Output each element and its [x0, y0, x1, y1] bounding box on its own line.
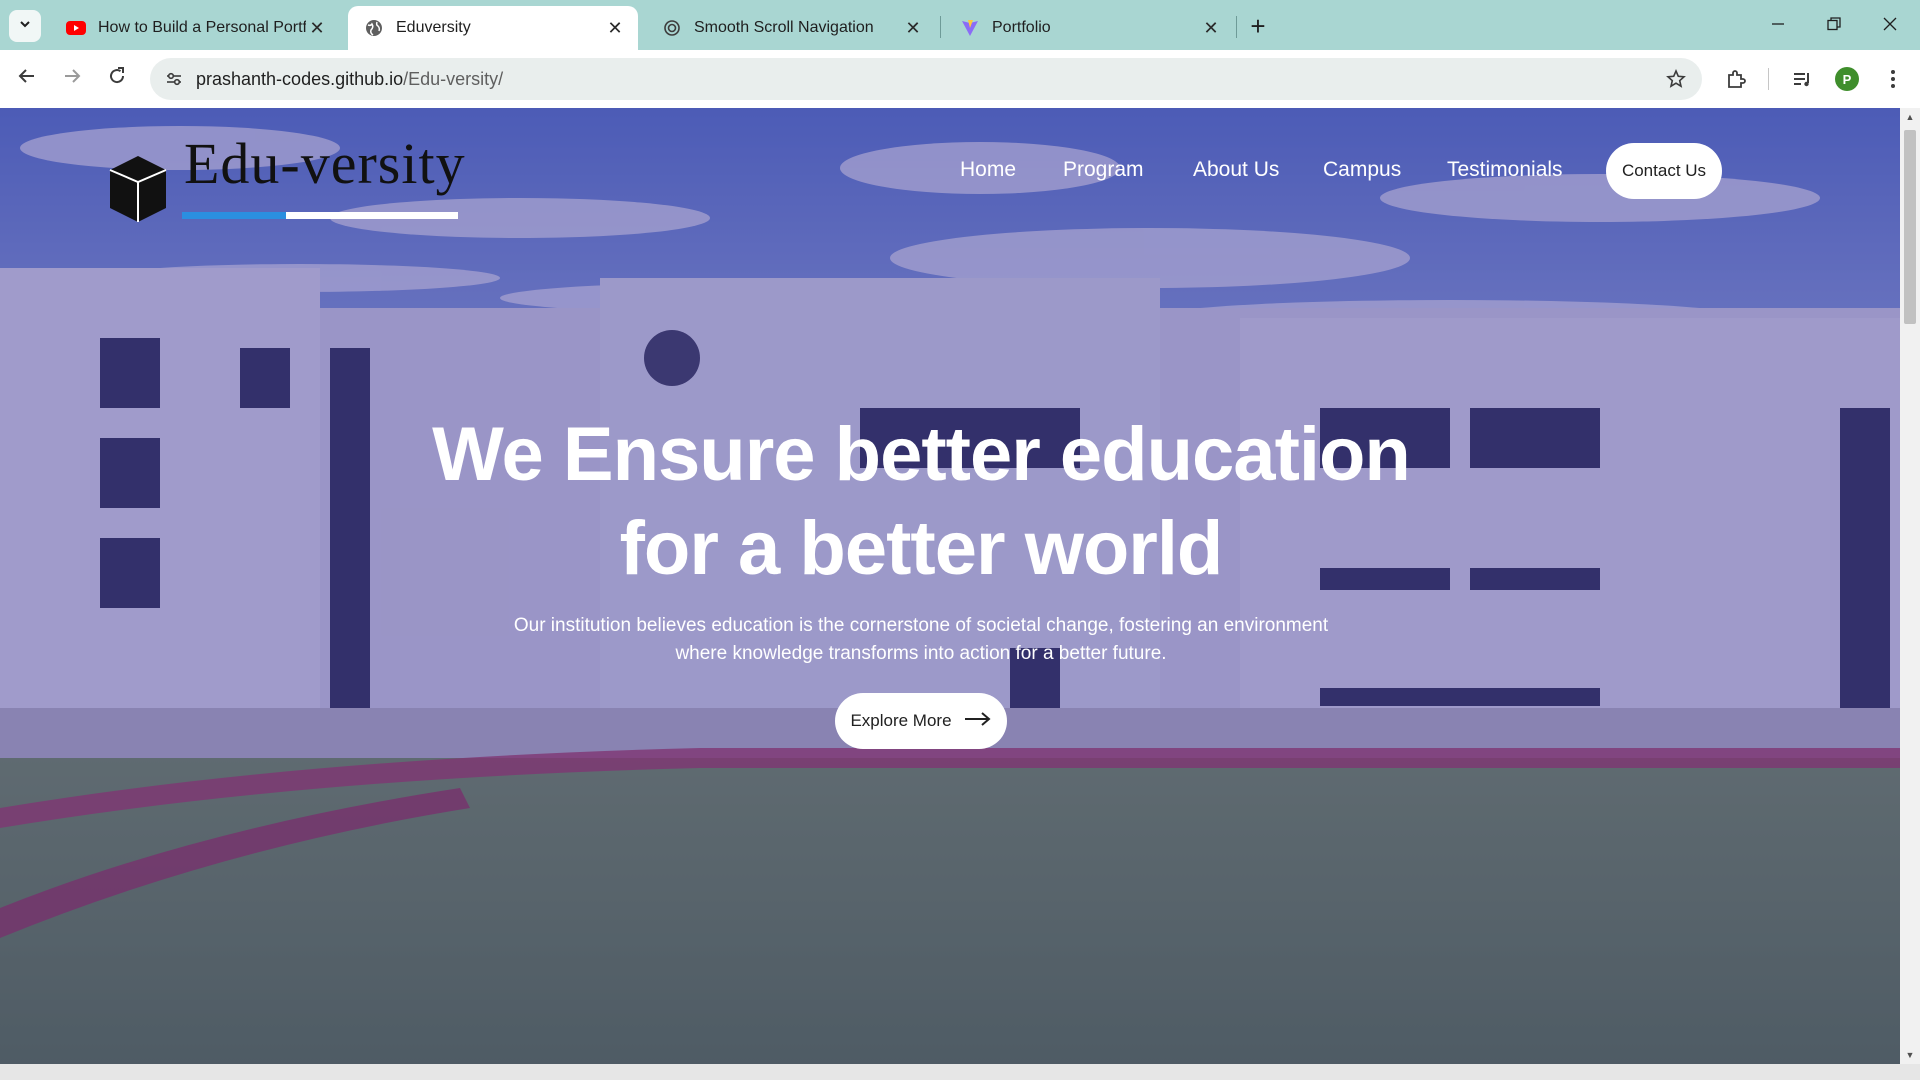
menu-icon[interactable] — [1879, 65, 1907, 93]
arrow-right-icon — [964, 711, 992, 732]
close-window-button[interactable] — [1862, 0, 1918, 50]
tab-title: Eduversity — [396, 19, 471, 36]
media-controls-icon[interactable] — [1788, 65, 1816, 93]
close-icon[interactable]: ✕ — [604, 17, 626, 39]
tab-smooth-scroll[interactable]: Smooth Scroll Navigation ✕ — [646, 6, 936, 50]
new-tab-button[interactable]: + — [1244, 11, 1272, 41]
headline-line-2: for a better world — [619, 506, 1224, 591]
browser-toolbar: prashanth-codes.github.io/Edu-versity/ P — [0, 50, 1920, 108]
reload-icon — [107, 66, 127, 92]
tab-title: How to Build a Personal Portfoli — [98, 19, 306, 36]
headline-line-1: We Ensure better education — [432, 412, 1411, 497]
tab-separator — [1236, 16, 1237, 38]
tab-strip: How to Build a Personal Portfoli ✕ Eduve… — [0, 0, 1920, 50]
description-line-1: Our institution believes education is th… — [513, 615, 1329, 636]
url-host: prashanth-codes.github.io — [196, 69, 404, 89]
extensions-icon[interactable] — [1722, 65, 1750, 93]
contact-us-button[interactable]: Contact Us — [1606, 143, 1722, 199]
nav-testimonials[interactable]: Testimonials — [1447, 158, 1563, 182]
minimize-icon — [1771, 15, 1785, 36]
tab-eduversity[interactable]: Eduversity ✕ — [348, 6, 638, 50]
star-icon[interactable] — [1664, 67, 1688, 91]
back-button[interactable] — [10, 62, 44, 96]
scroll-up-icon[interactable]: ▲ — [1904, 112, 1916, 122]
hero-headline: We Ensure better education for a better … — [0, 408, 1842, 596]
minimize-button[interactable] — [1750, 0, 1806, 50]
globe-icon — [364, 18, 384, 38]
vertical-scrollbar[interactable]: ▲ ▼ — [1900, 108, 1920, 1064]
restore-icon — [1827, 15, 1841, 36]
arrow-left-icon — [17, 66, 37, 92]
openai-icon — [662, 18, 682, 38]
tab-title: Smooth Scroll Navigation — [694, 19, 874, 36]
toolbar-divider — [1768, 68, 1769, 90]
youtube-icon — [66, 18, 86, 38]
tab-title: Portfolio — [992, 19, 1051, 36]
hero-description: Our institution believes education is th… — [0, 612, 1842, 668]
bottom-bar — [0, 1064, 1920, 1080]
url-text: prashanth-codes.github.io/Edu-versity/ — [196, 69, 503, 90]
page-viewport: Edu-versity Home Program About Us Campus… — [0, 108, 1900, 1064]
nav-program[interactable]: Program — [1063, 158, 1144, 182]
tab-youtube[interactable]: How to Build a Personal Portfoli ✕ — [50, 6, 340, 50]
explore-more-label: Explore More — [850, 711, 952, 730]
close-icon[interactable]: ✕ — [902, 17, 924, 39]
chevron-down-icon — [18, 17, 32, 36]
reload-button[interactable] — [100, 62, 134, 96]
close-icon[interactable]: ✕ — [1200, 17, 1222, 39]
tab-portfolio[interactable]: Portfolio ✕ — [944, 6, 1234, 50]
nav-home[interactable]: Home — [960, 158, 1016, 182]
address-bar[interactable]: prashanth-codes.github.io/Edu-versity/ — [150, 58, 1702, 100]
site-info-icon[interactable] — [162, 67, 186, 91]
scrollbar-thumb[interactable] — [1904, 130, 1916, 324]
close-icon[interactable]: ✕ — [306, 17, 328, 39]
close-icon — [1883, 15, 1897, 36]
nav-about-us[interactable]: About Us — [1193, 158, 1279, 182]
logo-underline-accent — [182, 212, 286, 219]
tab-separator — [940, 16, 941, 38]
url-path: /Edu-versity/ — [403, 69, 504, 89]
logo-underline — [182, 212, 458, 219]
arrow-right-icon — [62, 66, 82, 92]
book-box-icon — [109, 156, 167, 222]
vite-icon — [960, 18, 980, 38]
explore-more-button[interactable]: Explore More — [835, 693, 1007, 749]
nav-campus[interactable]: Campus — [1323, 158, 1401, 182]
scroll-down-icon[interactable]: ▼ — [1904, 1050, 1916, 1060]
logo-text: Edu-versity — [184, 131, 466, 196]
forward-button[interactable] — [55, 62, 89, 96]
site-logo[interactable]: Edu-versity — [108, 130, 465, 222]
tab-search-button[interactable] — [9, 10, 41, 42]
description-line-2: where knowledge transforms into action f… — [675, 643, 1167, 664]
profile-avatar[interactable]: P — [1835, 67, 1859, 91]
restore-button[interactable] — [1806, 0, 1862, 50]
